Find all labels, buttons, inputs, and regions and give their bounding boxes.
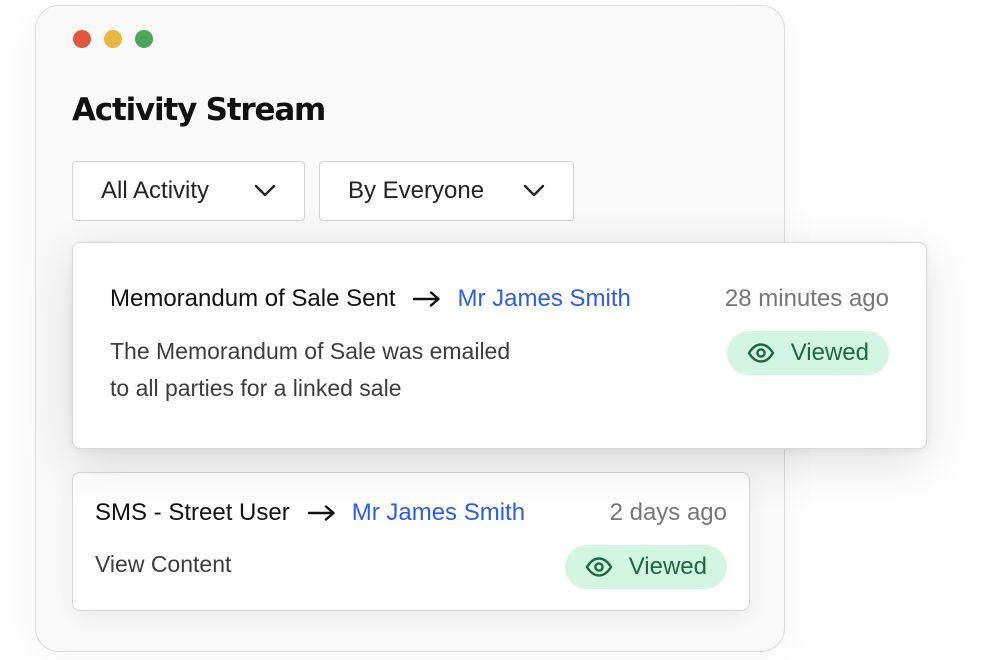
activity-filter-dropdown[interactable]: All Activity bbox=[72, 161, 305, 221]
viewed-status-badge: Viewed bbox=[726, 331, 889, 375]
activity-card[interactable]: Memorandum of Sale Sent Mr James Smith 2… bbox=[72, 242, 927, 449]
chevron-down-icon bbox=[254, 184, 276, 197]
arrow-right-icon bbox=[413, 291, 441, 307]
activity-timestamp: 2 days ago bbox=[609, 499, 727, 526]
description-line: The Memorandum of Sale was emailed bbox=[110, 338, 511, 364]
maximize-window-button[interactable] bbox=[135, 30, 153, 48]
status-label: Viewed bbox=[628, 553, 707, 580]
activity-event: Memorandum of Sale Sent bbox=[110, 285, 396, 312]
activity-filter-label: All Activity bbox=[101, 177, 210, 204]
description-line: View Content bbox=[95, 551, 232, 577]
recipient-link[interactable]: Mr James Smith bbox=[457, 285, 630, 313]
activity-timestamp: 28 minutes ago bbox=[724, 285, 889, 312]
activity-event: SMS - Street User bbox=[95, 499, 290, 526]
activity-description: The Memorandum of Sale was emailed to al… bbox=[110, 333, 580, 407]
eye-icon bbox=[747, 343, 774, 363]
activity-description: View Content bbox=[95, 546, 231, 583]
person-filter-label: By Everyone bbox=[348, 177, 485, 204]
close-window-button[interactable] bbox=[73, 30, 91, 48]
window-controls bbox=[73, 30, 153, 48]
activity-card[interactable]: SMS - Street User Mr James Smith 2 days … bbox=[72, 472, 750, 611]
chevron-down-icon bbox=[523, 184, 545, 197]
viewed-status-badge: Viewed bbox=[564, 545, 727, 589]
eye-icon bbox=[585, 557, 612, 577]
minimize-window-button[interactable] bbox=[104, 30, 122, 48]
activity-header: SMS - Street User Mr James Smith bbox=[95, 499, 525, 527]
activity-header: Memorandum of Sale Sent Mr James Smith bbox=[110, 285, 631, 313]
arrow-right-icon bbox=[307, 505, 335, 521]
status-label: Viewed bbox=[790, 339, 869, 366]
person-filter-dropdown[interactable]: By Everyone bbox=[319, 161, 574, 221]
description-line: to all parties for a linked sale bbox=[110, 375, 402, 401]
page-title: Activity Stream bbox=[72, 92, 326, 128]
recipient-link[interactable]: Mr James Smith bbox=[352, 499, 525, 527]
